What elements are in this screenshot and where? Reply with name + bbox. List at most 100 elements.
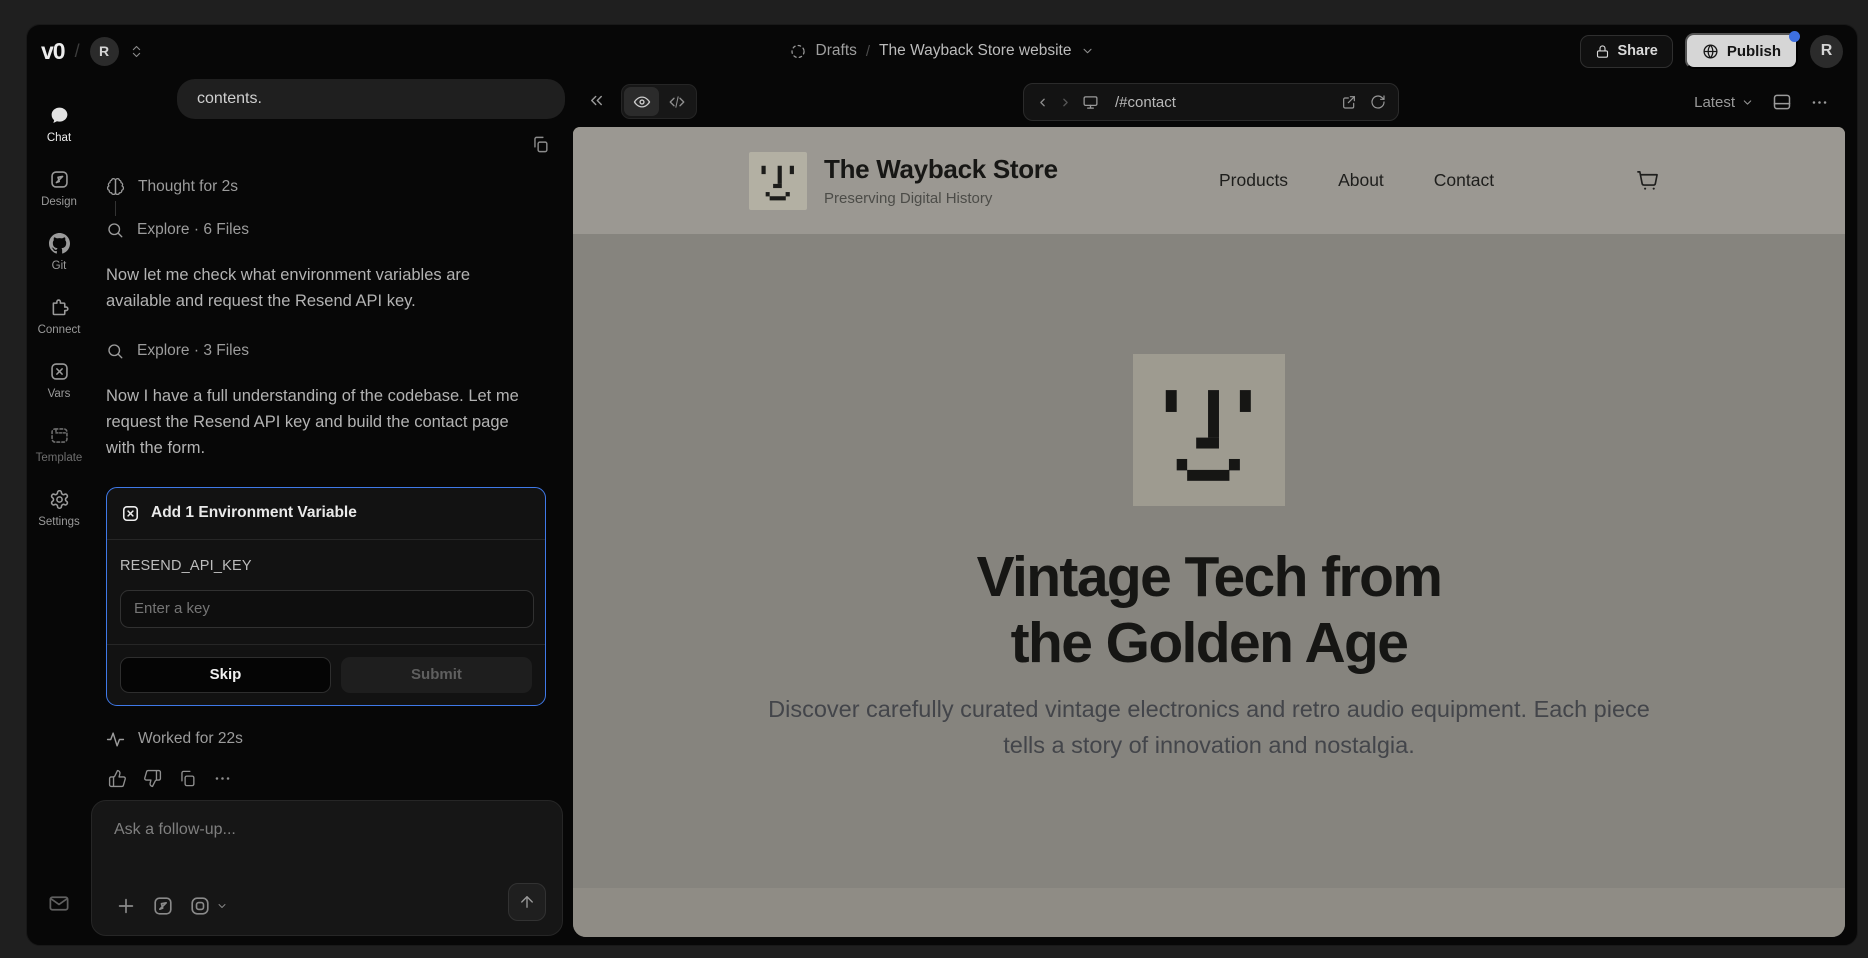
hero-description: Discover carefully curated vintage elect… bbox=[754, 692, 1664, 763]
worked-row[interactable]: Worked for 22s bbox=[106, 730, 571, 749]
env-card-body: RESEND_API_KEY bbox=[107, 540, 545, 645]
hero-face-logo bbox=[1133, 354, 1285, 506]
env-key-input[interactable] bbox=[120, 590, 534, 628]
version-label: Latest bbox=[1694, 94, 1735, 111]
sidebar-label-connect: Connect bbox=[38, 324, 81, 336]
publish-button[interactable]: Publish bbox=[1685, 33, 1798, 69]
v0-logo[interactable]: v0 bbox=[41, 38, 65, 65]
source-select-icon[interactable] bbox=[189, 895, 228, 917]
site-titles: The Wayback Store Preserving Digital His… bbox=[824, 154, 1058, 207]
workspace-selector-icon[interactable] bbox=[129, 44, 144, 59]
nav-forward-icon[interactable] bbox=[1059, 96, 1072, 109]
explore-6-label: Explore · 6 Files bbox=[137, 221, 249, 239]
puzzle-icon bbox=[49, 297, 70, 318]
preview-url[interactable]: /#contact bbox=[1115, 94, 1176, 111]
search-icon bbox=[106, 342, 124, 360]
attach-plus-icon[interactable] bbox=[115, 895, 137, 917]
brain-icon bbox=[106, 177, 125, 196]
device-monitor-icon[interactable] bbox=[1082, 94, 1099, 111]
left-sidebar: Chat Design Git Connect Vars bbox=[27, 77, 91, 945]
composer-toolbar bbox=[115, 895, 228, 917]
thumbs-up-icon[interactable] bbox=[108, 769, 127, 788]
sidebar-label-settings: Settings bbox=[38, 516, 80, 528]
site-nav: Products About Contact bbox=[1219, 127, 1494, 234]
variable-box-icon bbox=[121, 504, 140, 523]
breadcrumb-separator: / bbox=[866, 43, 870, 60]
gear-icon bbox=[49, 489, 70, 510]
hero-title-line-2: the Golden Age bbox=[977, 610, 1442, 676]
top-bar: v0 / R Drafts / The Wayback Store websit… bbox=[27, 25, 1857, 77]
cart-icon[interactable] bbox=[1636, 169, 1659, 192]
publish-label: Publish bbox=[1727, 43, 1781, 60]
env-variable-name: RESEND_API_KEY bbox=[120, 558, 532, 574]
user-avatar[interactable]: R bbox=[1810, 35, 1843, 68]
more-options-icon[interactable] bbox=[213, 769, 232, 788]
explore-row-6-files[interactable]: Explore · 6 Files bbox=[106, 221, 571, 239]
feedback-row bbox=[108, 769, 571, 788]
thought-label: Thought for 2s bbox=[138, 178, 238, 196]
drafts-spinner-icon bbox=[790, 43, 807, 60]
copy-icon[interactable] bbox=[531, 135, 550, 154]
topbar-left: v0 / R bbox=[41, 37, 144, 66]
breadcrumb-drafts[interactable]: Drafts bbox=[816, 42, 857, 60]
project-title[interactable]: The Wayback Store website bbox=[879, 42, 1071, 60]
view-mode-toggle bbox=[621, 84, 697, 119]
env-variable-card: Add 1 Environment Variable RESEND_API_KE… bbox=[106, 487, 546, 706]
project-menu-chevron-icon[interactable] bbox=[1080, 44, 1094, 58]
env-card-footer: Skip Submit bbox=[107, 645, 545, 705]
version-dropdown[interactable]: Latest bbox=[1694, 94, 1754, 111]
open-external-icon[interactable] bbox=[1341, 94, 1357, 110]
followup-input[interactable] bbox=[114, 815, 542, 845]
preview-more-icon[interactable] bbox=[1810, 93, 1829, 112]
skip-button[interactable]: Skip bbox=[120, 657, 331, 693]
code-view-tab[interactable] bbox=[659, 87, 694, 116]
sidebar-label-chat: Chat bbox=[47, 132, 71, 144]
nav-link-contact[interactable]: Contact bbox=[1434, 170, 1494, 191]
chat-panel: contents. Thought for 2s Explore · 6 Fil… bbox=[91, 77, 571, 945]
share-button[interactable]: Share bbox=[1580, 35, 1673, 68]
preview-toolbar: /#contact Latest bbox=[573, 77, 1845, 127]
preview-url-bar: /#contact bbox=[1023, 83, 1399, 121]
send-button[interactable] bbox=[508, 883, 546, 921]
breadcrumb-slash: / bbox=[75, 41, 80, 62]
nav-link-products[interactable]: Products bbox=[1219, 170, 1288, 191]
hero-title-line-1: Vintage Tech from bbox=[977, 544, 1442, 610]
sidebar-item-git[interactable]: Git bbox=[27, 233, 91, 272]
followup-composer[interactable] bbox=[91, 800, 563, 936]
submit-button[interactable]: Submit bbox=[341, 657, 532, 693]
nav-back-icon[interactable] bbox=[1036, 96, 1049, 109]
preview-eye-tab[interactable] bbox=[624, 87, 659, 116]
dashed-box-icon bbox=[49, 425, 70, 446]
sidebar-item-design[interactable]: Design bbox=[27, 169, 91, 208]
panel-layout-icon[interactable] bbox=[1772, 92, 1792, 112]
sidebar-item-chat[interactable]: Chat bbox=[27, 105, 91, 144]
assistant-message-1: Now let me check what environment variab… bbox=[106, 263, 532, 314]
site-hero: Vintage Tech from the Golden Age Discove… bbox=[573, 234, 1845, 888]
variable-box-icon bbox=[49, 361, 70, 382]
site-name[interactable]: The Wayback Store bbox=[824, 154, 1058, 185]
chat-bubble-icon bbox=[49, 105, 70, 126]
collapse-panel-icon[interactable] bbox=[587, 91, 606, 110]
preview-toolbar-right: Latest bbox=[1694, 77, 1829, 127]
step-connector bbox=[115, 201, 116, 216]
nav-link-about[interactable]: About bbox=[1338, 170, 1384, 191]
site-preview: The Wayback Store Preserving Digital His… bbox=[573, 127, 1845, 937]
sidebar-item-connect[interactable]: Connect bbox=[27, 297, 91, 336]
design-plane-icon[interactable] bbox=[152, 895, 174, 917]
publish-notification-dot bbox=[1789, 31, 1800, 42]
refresh-icon[interactable] bbox=[1370, 94, 1386, 110]
thought-row[interactable]: Thought for 2s bbox=[106, 177, 571, 196]
explore-row-3-files[interactable]: Explore · 3 Files bbox=[106, 342, 571, 360]
sidebar-item-vars[interactable]: Vars bbox=[27, 361, 91, 400]
copy-icon[interactable] bbox=[178, 769, 197, 788]
site-next-section-band bbox=[573, 888, 1845, 937]
user-message-bubble: contents. bbox=[177, 79, 565, 119]
site-logo[interactable] bbox=[749, 152, 807, 210]
share-label: Share bbox=[1618, 43, 1658, 59]
sidebar-label-template: Template bbox=[36, 452, 83, 464]
thumbs-down-icon[interactable] bbox=[143, 769, 162, 788]
envelope-icon[interactable] bbox=[48, 892, 71, 915]
sidebar-item-settings[interactable]: Settings bbox=[27, 489, 91, 528]
workspace-avatar[interactable]: R bbox=[90, 37, 119, 66]
sidebar-item-template[interactable]: Template bbox=[27, 425, 91, 464]
